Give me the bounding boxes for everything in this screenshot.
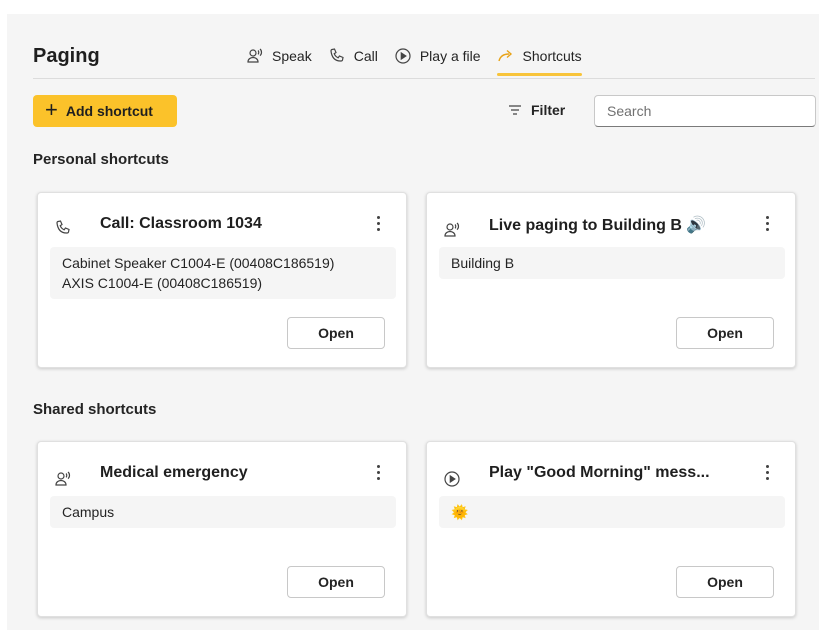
tab-bar: Speak Call Play a file Shortcuts: [246, 44, 598, 76]
play-circle-icon: [395, 48, 411, 64]
card-title: Play "Good Morning" mess...: [489, 464, 710, 481]
card-description: Building B: [439, 247, 785, 279]
shortcut-card: Play "Good Morning" mess... 🌞 Open: [426, 441, 796, 617]
page-title: Paging: [33, 45, 100, 67]
filter-button[interactable]: Filter: [507, 102, 565, 118]
card-description: Campus: [50, 496, 396, 528]
card-desc-line: Building B: [451, 255, 515, 271]
add-shortcut-button[interactable]: + Add shortcut: [33, 95, 177, 127]
card-desc-line: Campus: [62, 504, 115, 520]
play-circle-icon: [444, 471, 460, 487]
header-divider: [33, 78, 815, 79]
tab-speak[interactable]: Speak: [246, 44, 312, 68]
personal-shortcuts-heading: Personal shortcuts: [33, 151, 169, 168]
tab-play-file-label: Play a file: [419, 48, 481, 64]
more-options-icon[interactable]: [370, 462, 386, 482]
tab-call-label: Call: [353, 48, 378, 64]
tab-shortcuts-label: Shortcuts: [522, 48, 582, 64]
tab-speak-label: Speak: [272, 48, 312, 64]
filter-icon: [509, 105, 521, 115]
open-button[interactable]: Open: [287, 566, 385, 598]
phone-icon: [330, 48, 344, 62]
search-input[interactable]: [594, 95, 816, 127]
card-desc-line: AXIS C1004-E (00408C186519): [62, 275, 263, 291]
open-button[interactable]: Open: [676, 566, 774, 598]
card-desc-line: Cabinet Speaker C1004-E (00408C186519): [62, 255, 335, 271]
tab-play-file[interactable]: Play a file: [394, 44, 481, 68]
card-description: Cabinet Speaker C1004-E (00408C186519) A…: [50, 247, 396, 299]
shared-shortcuts-heading: Shared shortcuts: [33, 401, 157, 418]
tab-shortcuts[interactable]: Shortcuts: [496, 44, 582, 76]
tab-call[interactable]: Call: [328, 44, 378, 68]
open-button[interactable]: Open: [287, 317, 385, 349]
shortcut-arrow-icon: [497, 49, 512, 62]
more-options-icon[interactable]: [759, 462, 775, 482]
more-options-icon[interactable]: [370, 213, 386, 233]
add-shortcut-label: Add shortcut: [65, 103, 153, 119]
card-title: Call: Classroom 1034: [100, 215, 262, 232]
card-title: Live paging to Building B 🔊: [489, 217, 707, 234]
plus-icon: +: [45, 97, 58, 122]
speak-icon: [444, 222, 460, 237]
shortcut-card: Live paging to Building B 🔊 Building B O…: [426, 192, 796, 368]
open-button[interactable]: Open: [676, 317, 774, 349]
speak-icon: [55, 471, 71, 486]
shortcut-card: Call: Classroom 1034 Cabinet Speaker C10…: [37, 192, 407, 368]
card-description: 🌞: [439, 496, 785, 528]
speak-icon: [247, 48, 263, 63]
more-options-icon[interactable]: [759, 213, 775, 233]
shortcut-card: Medical emergency Campus Open: [37, 441, 407, 617]
filter-label: Filter: [531, 102, 566, 118]
card-title: Medical emergency: [100, 464, 248, 481]
card-desc-line: 🌞: [451, 504, 469, 520]
phone-icon: [56, 220, 70, 234]
